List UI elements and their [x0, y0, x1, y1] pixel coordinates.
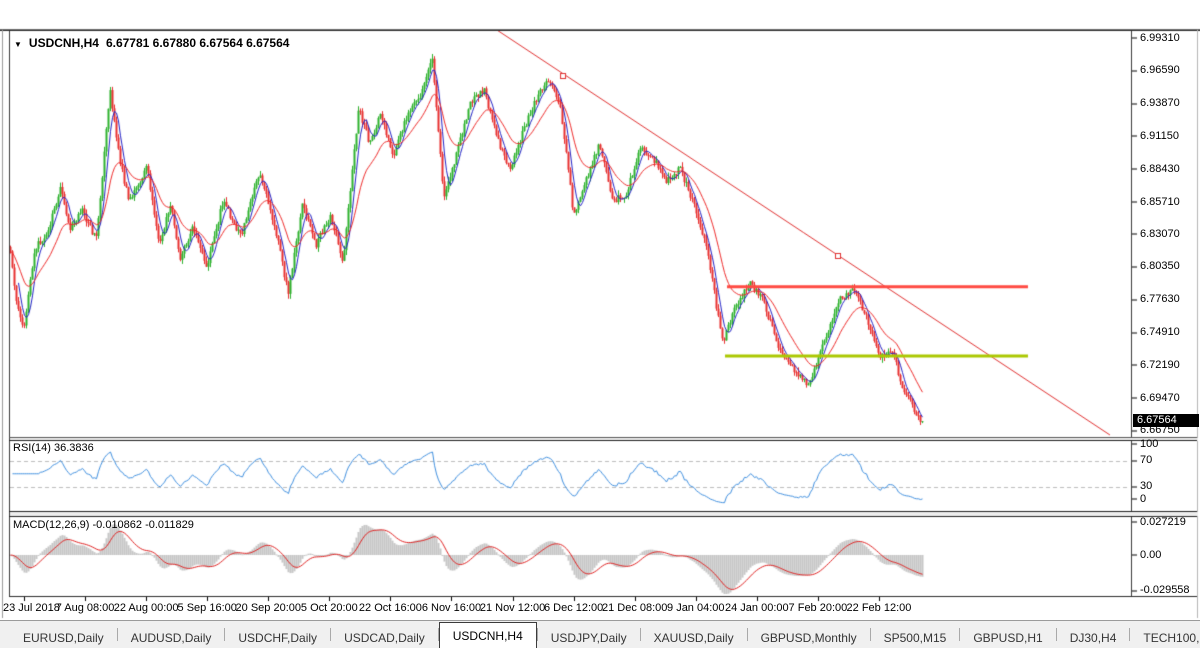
tab-gbpusd-monthly[interactable]: GBPUSD,Monthly: [748, 628, 870, 648]
chart-symbol: USDCNH,H4: [29, 36, 99, 50]
chart-ohlc-values: 6.67781 6.67880 6.67564 6.67564: [106, 36, 290, 50]
tab-usdchf-daily[interactable]: USDCHF,Daily: [225, 628, 330, 648]
current-price-tag: 6.67564: [1133, 414, 1199, 427]
chart-dropdown-icon[interactable]: ▼: [14, 40, 22, 49]
symbol-tabbar: EURUSD,DailyAUDUSD,DailyUSDCHF,DailyUSDC…: [0, 620, 1200, 648]
tab-usdjpy-daily[interactable]: USDJPY,Daily: [538, 628, 640, 648]
tab-sp500-m15[interactable]: SP500,M15: [871, 628, 960, 648]
chart-title: ▼ USDCNH,H4 6.67781 6.67880 6.67564 6.67…: [14, 36, 289, 50]
tab-usdcnh-h4[interactable]: USDCNH,H4: [439, 622, 537, 648]
tab-eurusd-daily[interactable]: EURUSD,Daily: [10, 628, 117, 648]
tab-xauusd-daily[interactable]: XAUUSD,Daily: [641, 628, 747, 648]
rsi-value: 36.3836: [54, 442, 94, 454]
tab-dj30-h4[interactable]: DJ30,H4: [1057, 628, 1130, 648]
rsi-name: RSI(14): [13, 442, 51, 454]
symbol-tabs: EURUSD,DailyAUDUSD,DailyUSDCHF,DailyUSDC…: [0, 621, 1200, 648]
tab-audusd-daily[interactable]: AUDUSD,Daily: [118, 628, 225, 648]
tab-gbpusd-h1[interactable]: GBPUSD,H1: [960, 628, 1055, 648]
tab-tech100-h1[interactable]: TECH100,H1: [1130, 628, 1200, 648]
macd-header: MACD(12,26,9) -0.010862 -0.011829: [13, 519, 194, 531]
mt4-window: M30H1H4D1W1MN ▼ USDCNH,H4 6.67781 6.6788…: [0, 0, 1200, 648]
macd-name: MACD(12,26,9): [13, 519, 89, 531]
tab-usdcad-daily[interactable]: USDCAD,Daily: [331, 628, 438, 648]
rsi-header: RSI(14) 36.3836: [13, 442, 94, 454]
macd-values: -0.010862 -0.011829: [92, 519, 193, 531]
